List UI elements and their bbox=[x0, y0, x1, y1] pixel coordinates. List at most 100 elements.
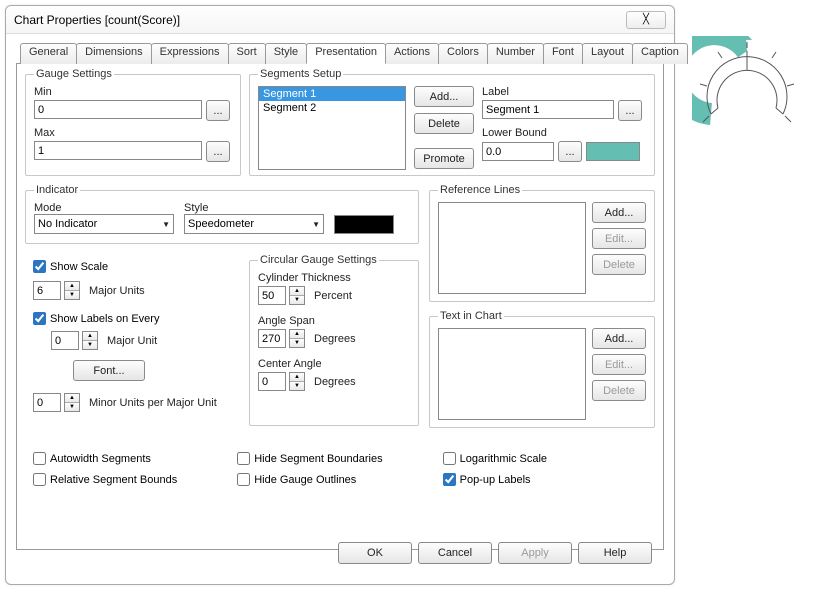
center-angle-unit: Degrees bbox=[314, 376, 356, 388]
popup-labels-checkbox[interactable]: Pop-up Labels bbox=[443, 473, 547, 486]
lower-bound-input[interactable] bbox=[482, 142, 554, 161]
show-labels-checkbox[interactable]: Show Labels on Every bbox=[33, 312, 243, 325]
arrow-down-icon[interactable]: ▼ bbox=[83, 341, 97, 349]
major-units-spinner[interactable]: ▲▼ Major Units bbox=[33, 281, 243, 300]
hide-boundaries-checkbox[interactable]: Hide Segment Boundaries bbox=[237, 452, 382, 465]
relative-bounds-checkbox[interactable]: Relative Segment Bounds bbox=[33, 473, 177, 486]
segment-listitem[interactable]: Segment 2 bbox=[259, 101, 405, 115]
text-in-chart-group: Text in Chart Add... Edit... Delete bbox=[429, 310, 655, 428]
arrow-up-icon[interactable]: ▲ bbox=[290, 330, 304, 339]
segments-list[interactable]: Segment 1 Segment 2 bbox=[258, 86, 406, 170]
segment-label-lbl: Label bbox=[482, 86, 646, 98]
arrow-up-icon[interactable]: ▲ bbox=[290, 373, 304, 382]
spinner-arrows[interactable]: ▲▼ bbox=[64, 393, 80, 412]
arrow-up-icon[interactable]: ▲ bbox=[65, 282, 79, 291]
labels-every-spinner[interactable]: ▲▼ Major Unit bbox=[51, 331, 243, 350]
hide-outlines-checkbox[interactable]: Hide Gauge Outlines bbox=[237, 473, 382, 486]
textchart-delete-button[interactable]: Delete bbox=[592, 380, 646, 401]
log-scale-checkbox[interactable]: Logarithmic Scale bbox=[443, 452, 547, 465]
tab-number[interactable]: Number bbox=[487, 43, 544, 64]
indicator-style-dropdown[interactable]: Speedometer ▼ bbox=[184, 214, 324, 234]
textchart-add-button[interactable]: Add... bbox=[592, 328, 646, 349]
arrow-down-icon[interactable]: ▼ bbox=[290, 382, 304, 390]
indicator-mode-lbl: Mode bbox=[34, 202, 174, 214]
segment-color-swatch[interactable] bbox=[586, 142, 640, 161]
show-scale-checkbox[interactable]: Show Scale bbox=[33, 260, 243, 273]
arrow-up-icon[interactable]: ▲ bbox=[290, 287, 304, 296]
min-label: Min bbox=[34, 86, 232, 98]
reference-lines-legend: Reference Lines bbox=[438, 184, 522, 196]
major-units-lbl: Major Units bbox=[89, 285, 145, 297]
close-button[interactable]: ╳ bbox=[626, 11, 666, 29]
minor-units-spinner[interactable]: ▲▼ Minor Units per Major Unit bbox=[33, 393, 243, 412]
tab-layout[interactable]: Layout bbox=[582, 43, 633, 64]
center-angle-lbl: Center Angle bbox=[258, 358, 410, 370]
circular-gauge-legend: Circular Gauge Settings bbox=[258, 254, 379, 266]
refline-edit-button[interactable]: Edit... bbox=[592, 228, 646, 249]
angle-span-input[interactable] bbox=[258, 329, 286, 348]
thickness-spinner[interactable]: ▲▼ Percent bbox=[258, 286, 410, 305]
reference-lines-group: Reference Lines Add... Edit... Delete bbox=[429, 184, 655, 302]
minor-units-input[interactable] bbox=[33, 393, 61, 412]
arrow-down-icon[interactable]: ▼ bbox=[65, 403, 79, 411]
gauge-settings-legend: Gauge Settings bbox=[34, 68, 114, 80]
thickness-lbl: Cylinder Thickness bbox=[258, 272, 410, 284]
segment-label-expr-button[interactable]: ... bbox=[618, 100, 642, 121]
refline-add-button[interactable]: Add... bbox=[592, 202, 646, 223]
text-in-chart-list[interactable] bbox=[438, 328, 586, 420]
max-input[interactable] bbox=[34, 141, 202, 160]
center-angle-input[interactable] bbox=[258, 372, 286, 391]
thickness-input[interactable] bbox=[258, 286, 286, 305]
help-button[interactable]: Help bbox=[578, 542, 652, 564]
min-input[interactable] bbox=[34, 100, 202, 119]
titlebar: Chart Properties [count(Score)] ╳ bbox=[6, 6, 674, 34]
segment-listitem[interactable]: Segment 1 bbox=[259, 87, 405, 101]
arrow-up-icon[interactable]: ▲ bbox=[65, 394, 79, 403]
spinner-arrows[interactable]: ▲▼ bbox=[289, 372, 305, 391]
indicator-color-swatch[interactable] bbox=[334, 215, 394, 234]
scale-font-button[interactable]: Font... bbox=[73, 360, 145, 381]
spinner-arrows[interactable]: ▲▼ bbox=[82, 331, 98, 350]
arrow-down-icon[interactable]: ▼ bbox=[290, 296, 304, 304]
max-expr-button[interactable]: ... bbox=[206, 141, 230, 162]
apply-button[interactable]: Apply bbox=[498, 542, 572, 564]
spinner-arrows[interactable]: ▲▼ bbox=[289, 286, 305, 305]
lower-bound-expr-button[interactable]: ... bbox=[558, 141, 582, 162]
tab-font[interactable]: Font bbox=[543, 43, 583, 64]
angle-span-spinner[interactable]: ▲▼ Degrees bbox=[258, 329, 410, 348]
tab-dimensions[interactable]: Dimensions bbox=[76, 43, 151, 64]
refline-delete-button[interactable]: Delete bbox=[592, 254, 646, 275]
tab-caption[interactable]: Caption bbox=[632, 43, 688, 64]
arrow-down-icon[interactable]: ▼ bbox=[65, 291, 79, 299]
segment-delete-button[interactable]: Delete bbox=[414, 113, 474, 134]
cancel-button[interactable]: Cancel bbox=[418, 542, 492, 564]
tab-presentation[interactable]: Presentation bbox=[306, 43, 386, 64]
segment-add-button[interactable]: Add... bbox=[414, 86, 474, 107]
segment-promote-button[interactable]: Promote bbox=[414, 148, 474, 169]
spinner-arrows[interactable]: ▲▼ bbox=[289, 329, 305, 348]
segments-setup-group: Segments Setup Segment 1 Segment 2 Add..… bbox=[249, 68, 655, 176]
autowidth-segments-checkbox[interactable]: Autowidth Segments bbox=[33, 452, 177, 465]
ok-button[interactable]: OK bbox=[338, 542, 412, 564]
tab-general[interactable]: General bbox=[20, 43, 77, 64]
major-units-input[interactable] bbox=[33, 281, 61, 300]
min-expr-button[interactable]: ... bbox=[206, 100, 230, 121]
labels-every-input[interactable] bbox=[51, 331, 79, 350]
spinner-arrows[interactable]: ▲▼ bbox=[64, 281, 80, 300]
indicator-mode-dropdown[interactable]: No Indicator ▼ bbox=[34, 214, 174, 234]
arrow-up-icon[interactable]: ▲ bbox=[83, 332, 97, 341]
tab-actions[interactable]: Actions bbox=[385, 43, 439, 64]
tab-sort[interactable]: Sort bbox=[228, 43, 266, 64]
max-label: Max bbox=[34, 127, 232, 139]
reference-lines-list[interactable] bbox=[438, 202, 586, 294]
center-angle-spinner[interactable]: ▲▼ Degrees bbox=[258, 372, 410, 391]
tab-expressions[interactable]: Expressions bbox=[151, 43, 229, 64]
textchart-edit-button[interactable]: Edit... bbox=[592, 354, 646, 375]
text-in-chart-legend: Text in Chart bbox=[438, 310, 504, 322]
gauge-preview bbox=[692, 36, 802, 146]
tab-style[interactable]: Style bbox=[265, 43, 307, 64]
tab-colors[interactable]: Colors bbox=[438, 43, 488, 64]
labels-unit-lbl: Major Unit bbox=[107, 335, 157, 347]
arrow-down-icon[interactable]: ▼ bbox=[290, 339, 304, 347]
segment-label-input[interactable] bbox=[482, 100, 614, 119]
